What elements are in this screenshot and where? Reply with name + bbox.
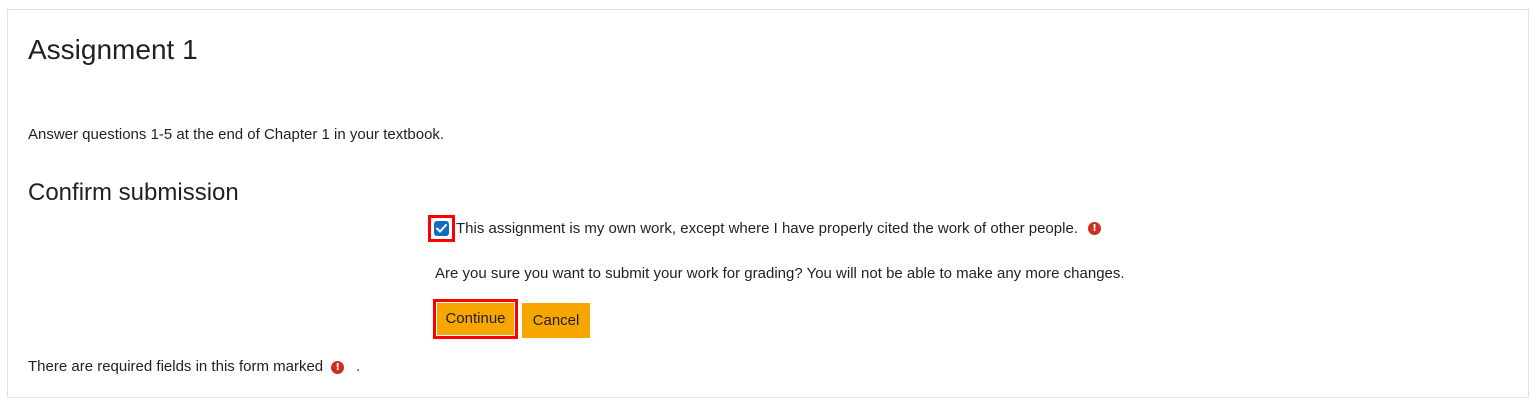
- page-title: Assignment 1: [28, 34, 198, 65]
- exclamation-circle-icon: !: [331, 360, 345, 374]
- confirm-section-title: Confirm submission: [28, 179, 239, 206]
- required-fields-note-end: .: [356, 358, 361, 375]
- continue-button[interactable]: Continue: [437, 303, 514, 335]
- required-fields-note: There are required fields in this form m…: [28, 357, 360, 377]
- exclamation-circle-icon: !: [1087, 222, 1101, 235]
- cancel-button[interactable]: Cancel: [522, 303, 590, 338]
- submit-confirm-question: Are you sure you want to submit your wor…: [435, 265, 1125, 282]
- assignment-intro: Answer questions 1-5 at the end of Chapt…: [28, 126, 445, 143]
- submission-statement-checkbox[interactable]: [428, 215, 455, 242]
- submission-statement-label[interactable]: This assignment is my own work, except w…: [456, 219, 1078, 239]
- submission-statement-row: This assignment is my own work, except w…: [428, 215, 1101, 242]
- checkbox-checked-box[interactable]: [434, 221, 449, 236]
- required-fields-note-text: There are required fields in this form m…: [28, 358, 324, 375]
- continue-button-highlight: Continue: [433, 299, 518, 339]
- check-icon: [436, 224, 447, 233]
